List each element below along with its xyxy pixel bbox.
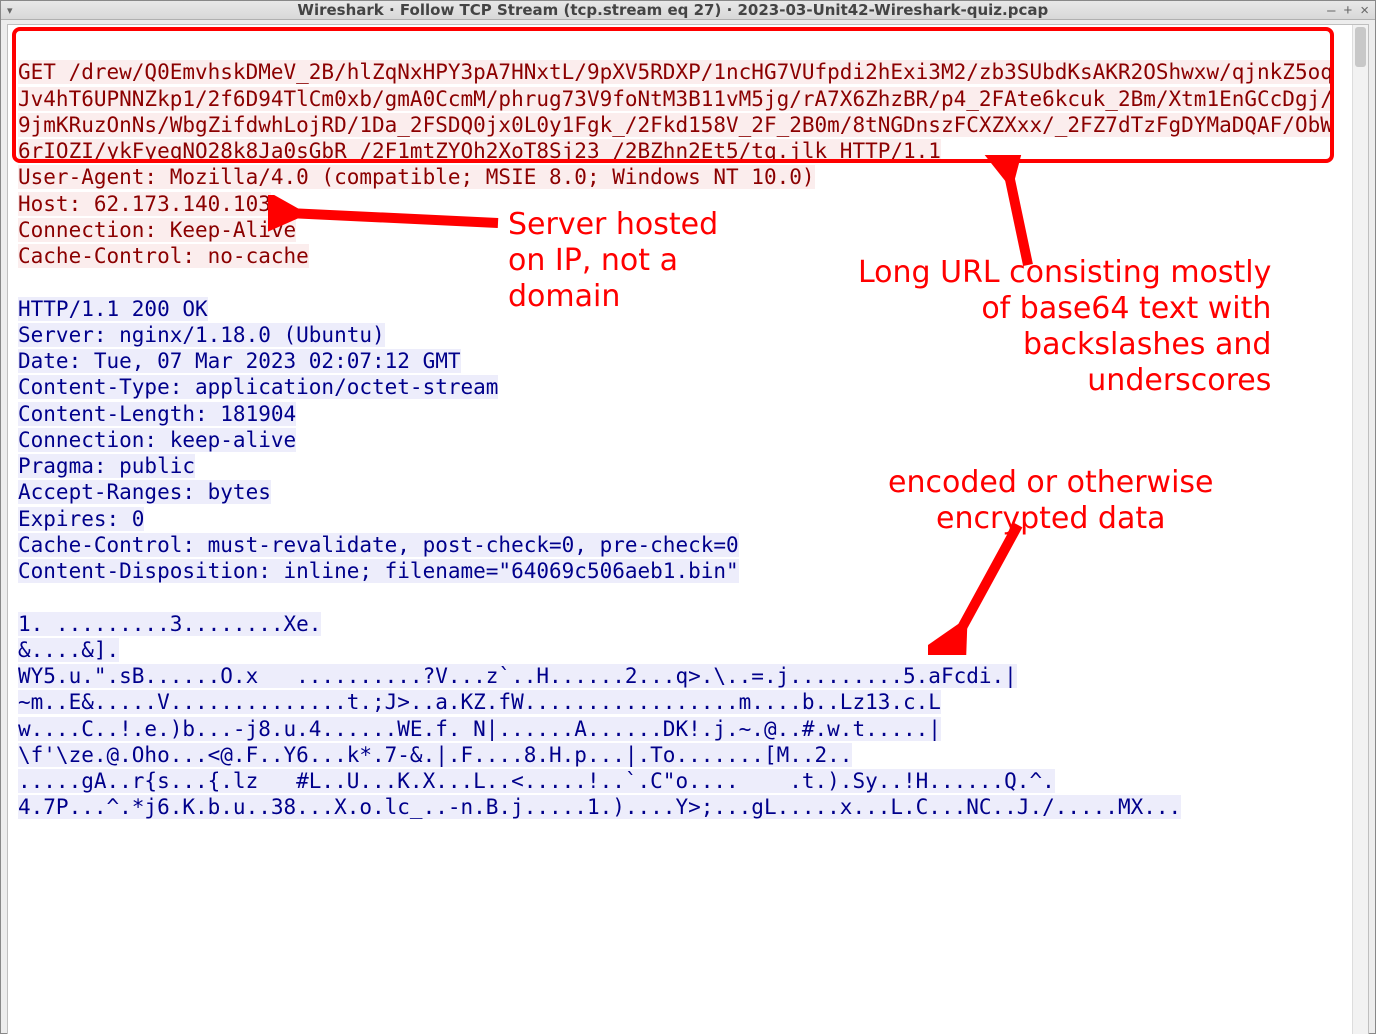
arrow-to-body-icon (928, 515, 1048, 655)
maximize-button[interactable]: + (1343, 2, 1352, 19)
annotation-long-url: Long URL consisting mostly of base64 tex… (858, 255, 1271, 399)
server-response-headers[interactable]: HTTP/1.1 200 OK Server: nginx/1.18.0 (Ub… (18, 297, 739, 584)
titlebar[interactable]: ▾ Wireshark · Follow TCP Stream (tcp.str… (1, 1, 1375, 20)
stream-view: GET /drew/Q0EmvhskDMeV_2B/hlZqNxHPY3pA7H… (7, 24, 1369, 1034)
server-response-body[interactable]: 1. .........3........Xe. &....&]. WY5.u.… (18, 612, 1181, 820)
annotation-encoded-data: encoded or otherwise encrypted data (888, 465, 1214, 537)
annotation-server-ip: Server hosted on IP, not a domain (508, 207, 718, 315)
stream-text[interactable]: GET /drew/Q0EmvhskDMeV_2B/hlZqNxHPY3pA7H… (8, 25, 1352, 1034)
titlebar-menu-icon[interactable]: ▾ (7, 4, 13, 17)
scrollbar-thumb[interactable] (1355, 27, 1366, 67)
arrow-to-url-icon (968, 155, 1088, 275)
window-controls: – + × (1327, 2, 1369, 19)
vertical-scrollbar[interactable] (1352, 25, 1368, 1034)
close-window-button[interactable]: × (1360, 2, 1369, 19)
minimize-button[interactable]: – (1327, 2, 1335, 19)
client-request-text[interactable]: GET /drew/Q0EmvhskDMeV_2B/hlZqNxHPY3pA7H… (18, 60, 1333, 268)
window-title: Wireshark · Follow TCP Stream (tcp.strea… (19, 1, 1328, 19)
wireshark-follow-stream-window: ▾ Wireshark · Follow TCP Stream (tcp.str… (0, 0, 1376, 1034)
